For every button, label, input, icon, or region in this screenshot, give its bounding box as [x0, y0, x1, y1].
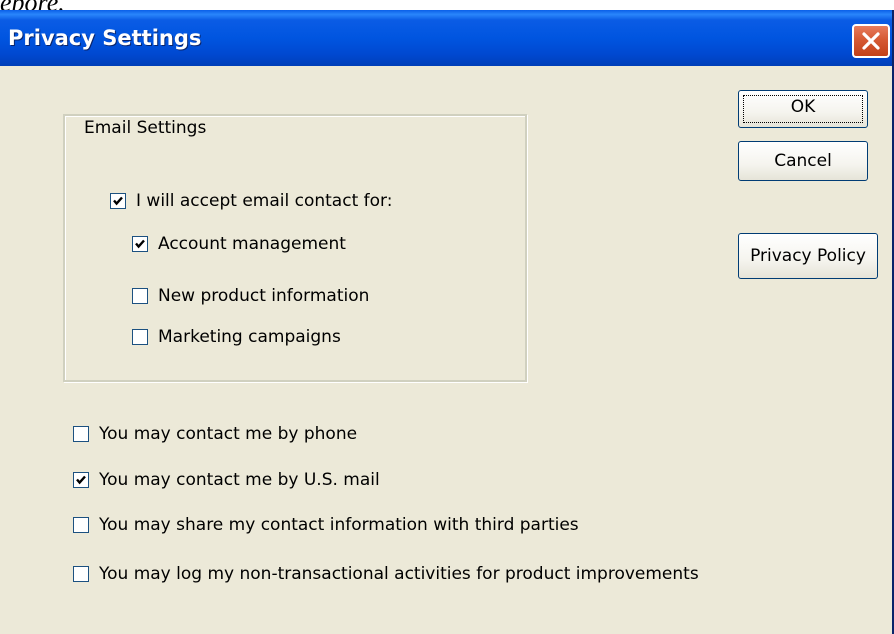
privacy-policy-button[interactable]: Privacy Policy: [738, 233, 878, 279]
cancel-button[interactable]: Cancel: [738, 141, 868, 181]
new-product-info-label: New product information: [158, 286, 370, 306]
marketing-campaigns-checkbox-row[interactable]: Marketing campaigns: [132, 327, 341, 347]
window-title: Privacy Settings: [8, 26, 202, 50]
contact-mail-checkbox[interactable]: [73, 472, 89, 488]
new-product-info-checkbox-row[interactable]: New product information: [132, 286, 369, 306]
contact-mail-label: You may contact me by U.S. mail: [99, 470, 380, 490]
checkmark-icon: [135, 239, 145, 249]
focus-rectangle: [743, 95, 863, 123]
accept-email-checkbox-row[interactable]: I will accept email contact for:: [110, 191, 392, 211]
privacy-policy-button-label: Privacy Policy: [750, 246, 866, 266]
accept-email-label: I will accept email contact for:: [136, 191, 393, 211]
contact-phone-checkbox-row[interactable]: You may contact me by phone: [73, 424, 357, 444]
share-third-parties-checkbox[interactable]: [73, 517, 89, 533]
title-bar[interactable]: Privacy Settings: [0, 10, 892, 66]
new-product-info-checkbox[interactable]: [132, 288, 148, 304]
marketing-campaigns-checkbox[interactable]: [132, 329, 148, 345]
contact-phone-checkbox[interactable]: [73, 426, 89, 442]
marketing-campaigns-label: Marketing campaigns: [158, 327, 341, 347]
log-activities-checkbox-row[interactable]: You may log my non-transactional activit…: [73, 564, 699, 584]
share-third-parties-label: You may share my contact information wit…: [99, 515, 579, 535]
share-third-parties-checkbox-row[interactable]: You may share my contact information wit…: [73, 515, 579, 535]
log-activities-label: You may log my non-transactional activit…: [99, 564, 699, 584]
checkmark-icon: [76, 475, 86, 485]
ok-button[interactable]: OK: [738, 90, 868, 128]
cancel-button-label: Cancel: [774, 151, 832, 171]
accept-email-checkbox[interactable]: [110, 193, 126, 209]
close-button[interactable]: [852, 24, 890, 58]
contact-mail-checkbox-row[interactable]: You may contact me by U.S. mail: [73, 470, 380, 490]
account-management-checkbox-row[interactable]: Account management: [132, 234, 346, 254]
account-management-label: Account management: [158, 234, 346, 254]
log-activities-checkbox[interactable]: [73, 566, 89, 582]
account-management-checkbox[interactable]: [132, 236, 148, 252]
close-icon: [862, 32, 880, 50]
email-settings-legend: Email Settings: [78, 118, 213, 138]
contact-phone-label: You may contact me by phone: [99, 424, 358, 444]
checkmark-icon: [113, 196, 123, 206]
